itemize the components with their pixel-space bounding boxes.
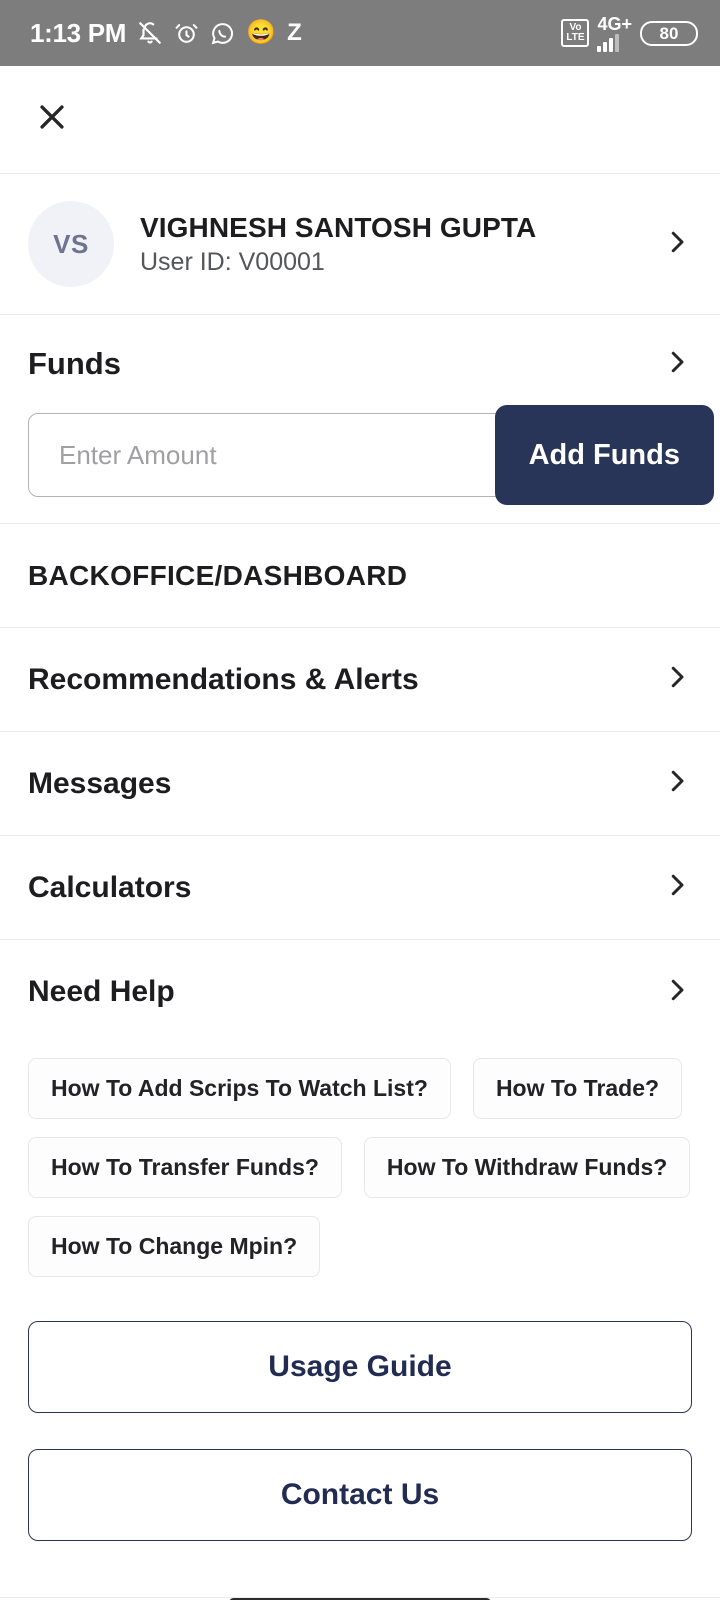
usage-guide-button[interactable]: Usage Guide (28, 1321, 692, 1413)
close-button[interactable] (30, 98, 74, 142)
volte-icon: Vo LTE (561, 19, 590, 47)
chevron-right-icon (662, 347, 692, 382)
profile-info: VS VIGHNESH SANTOSH GUPTA User ID: V0000… (28, 201, 536, 287)
menu-content: VS VIGHNESH SANTOSH GUPTA User ID: V0000… (0, 174, 720, 1600)
help-chip[interactable]: How To Withdraw Funds? (363, 1137, 691, 1198)
menu-item-label: Calculators (28, 870, 192, 904)
status-bar-right: Vo LTE 4G+ 80 (561, 15, 698, 52)
sidebar-item-recommendations-alerts[interactable]: Recommendations & Alerts (0, 628, 720, 732)
help-chip[interactable]: How To Transfer Funds? (28, 1137, 342, 1198)
status-bar: 1:13 PM 😄 Z Vo LTE 4G+ 80 (0, 0, 720, 66)
funds-header[interactable]: Funds (0, 315, 720, 413)
chevron-right-icon (662, 227, 692, 262)
help-chip-list: How To Add Scrips To Watch List? How To … (0, 1044, 720, 1277)
help-chip[interactable]: How To Change Mpin? (28, 1216, 321, 1277)
close-icon (35, 100, 69, 139)
alarm-clock-icon (174, 21, 199, 46)
menu-item-label: Messages (28, 766, 172, 800)
contact-us-button[interactable]: Contact Us (28, 1449, 692, 1541)
chevron-right-icon (662, 662, 692, 697)
z-app-icon: Z (287, 19, 302, 46)
network-indicator: 4G+ (597, 15, 632, 52)
menu-item-label: Recommendations & Alerts (28, 662, 419, 696)
status-bar-left: 1:13 PM 😄 Z (30, 18, 302, 49)
profile-user-id: User ID: V00001 (140, 247, 325, 276)
chevron-right-icon (662, 870, 692, 905)
top-bar (0, 66, 720, 174)
profile-text: VIGHNESH SANTOSH GUPTA User ID: V00001 (140, 212, 536, 277)
funds-section: Funds Add Funds (0, 315, 720, 524)
profile-row[interactable]: VS VIGHNESH SANTOSH GUPTA User ID: V0000… (0, 174, 720, 315)
funds-input-wrapper: Add Funds (28, 405, 714, 505)
status-bar-clock: 1:13 PM (30, 17, 127, 48)
sidebar-item-need-help[interactable]: Need Help (0, 940, 720, 1044)
backoffice-dashboard-label: BACKOFFICE/DASHBOARD (28, 559, 408, 591)
emoji-app-icon: 😄 (246, 19, 277, 46)
funds-title: Funds (28, 346, 121, 381)
help-chip[interactable]: How To Add Scrips To Watch List? (28, 1058, 451, 1119)
help-chip[interactable]: How To Trade? (472, 1058, 683, 1119)
battery-indicator: 80 (640, 20, 698, 46)
chevron-right-icon (662, 975, 692, 1010)
avatar: VS (28, 201, 114, 287)
profile-name: VIGHNESH SANTOSH GUPTA (140, 211, 537, 243)
app-root: 1:13 PM 😄 Z Vo LTE 4G+ 80 VS VIGHNESH SA… (0, 0, 720, 1600)
need-help-label: Need Help (28, 975, 175, 1008)
chevron-right-icon (662, 766, 692, 801)
signal-bars-icon (597, 33, 620, 52)
whatsapp-icon (210, 21, 235, 46)
sidebar-item-messages[interactable]: Messages (0, 732, 720, 836)
mute-bell-icon (137, 20, 163, 46)
sidebar-item-calculators[interactable]: Calculators (0, 836, 720, 940)
backoffice-dashboard-row[interactable]: BACKOFFICE/DASHBOARD (0, 524, 720, 628)
add-funds-button[interactable]: Add Funds (494, 405, 714, 505)
